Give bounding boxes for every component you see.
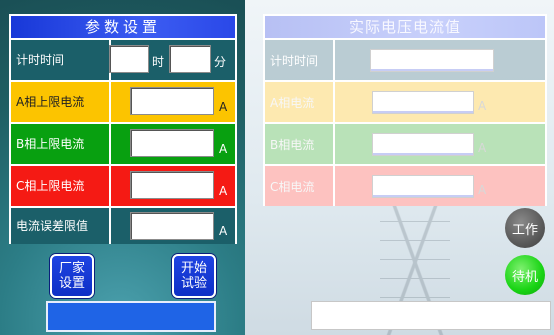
current-error-limit-unit: A bbox=[219, 224, 228, 238]
phase-a-limit-unit: A bbox=[219, 100, 228, 114]
start-test-button[interactable]: 开始 试验 bbox=[172, 254, 216, 298]
status-bar-right bbox=[311, 301, 551, 330]
timer-hours-input[interactable] bbox=[109, 45, 149, 73]
timer-label: 计时时间 bbox=[11, 40, 111, 80]
actual-timer-row: 计时时间 bbox=[265, 38, 545, 80]
status-bar-left bbox=[46, 301, 216, 332]
standby-indicator[interactable]: 待机 bbox=[505, 255, 545, 295]
actual-phase-a-row: A相电流 A bbox=[265, 80, 545, 122]
current-error-limit-label: 电流误差限值 bbox=[11, 208, 111, 244]
phase-a-limit-row: A相上限电流 A bbox=[11, 80, 235, 122]
phase-b-limit-unit: A bbox=[219, 142, 228, 156]
factory-settings-button[interactable]: 厂家 设置 bbox=[50, 254, 94, 298]
actual-phase-a-unit: A bbox=[478, 99, 487, 113]
actual-phase-c-display bbox=[372, 175, 474, 198]
phase-b-limit-input[interactable] bbox=[130, 129, 214, 157]
actual-values-title: 实际电压电流值 bbox=[265, 16, 545, 38]
actual-phase-a-label: A相电流 bbox=[265, 82, 335, 122]
phase-b-limit-label: B相上限电流 bbox=[11, 124, 111, 164]
phase-a-limit-input[interactable] bbox=[130, 87, 214, 115]
phase-c-limit-input[interactable] bbox=[130, 171, 214, 199]
phase-a-limit-label: A相上限电流 bbox=[11, 82, 111, 122]
actual-phase-a-display bbox=[372, 91, 474, 114]
phase-b-limit-row: B相上限电流 A bbox=[11, 122, 235, 164]
actual-phase-b-label: B相电流 bbox=[265, 124, 335, 164]
current-error-limit-row: 电流误差限值 A bbox=[11, 206, 235, 244]
parameter-settings-title: 参数设置 bbox=[11, 16, 235, 38]
actual-phase-c-unit: A bbox=[478, 183, 487, 197]
actual-phase-c-row: C相电流 A bbox=[265, 164, 545, 206]
timer-row: 计时时间 时 分 bbox=[11, 38, 235, 80]
minutes-unit: 分 bbox=[214, 55, 227, 69]
actual-phase-b-display bbox=[372, 133, 474, 156]
phase-c-limit-row: C相上限电流 A bbox=[11, 164, 235, 206]
hours-unit: 时 bbox=[152, 55, 165, 69]
current-error-limit-input[interactable] bbox=[130, 212, 214, 240]
actual-timer-display bbox=[370, 49, 494, 72]
actual-values-panel: 实际电压电流值 计时时间 A相电流 A B相电流 A C相电流 A bbox=[263, 14, 547, 206]
actual-phase-b-row: B相电流 A bbox=[265, 122, 545, 164]
actual-timer-label: 计时时间 bbox=[265, 40, 335, 80]
timer-minutes-input[interactable] bbox=[169, 45, 211, 73]
work-indicator[interactable]: 工作 bbox=[505, 208, 545, 248]
actual-phase-b-unit: A bbox=[478, 141, 487, 155]
actual-phase-c-label: C相电流 bbox=[265, 166, 335, 206]
phase-c-limit-unit: A bbox=[219, 184, 228, 198]
parameter-settings-panel: 参数设置 计时时间 时 分 A相上限电流 A B相上限电流 A C相上限电流 A… bbox=[9, 14, 237, 244]
phase-c-limit-label: C相上限电流 bbox=[11, 166, 111, 206]
